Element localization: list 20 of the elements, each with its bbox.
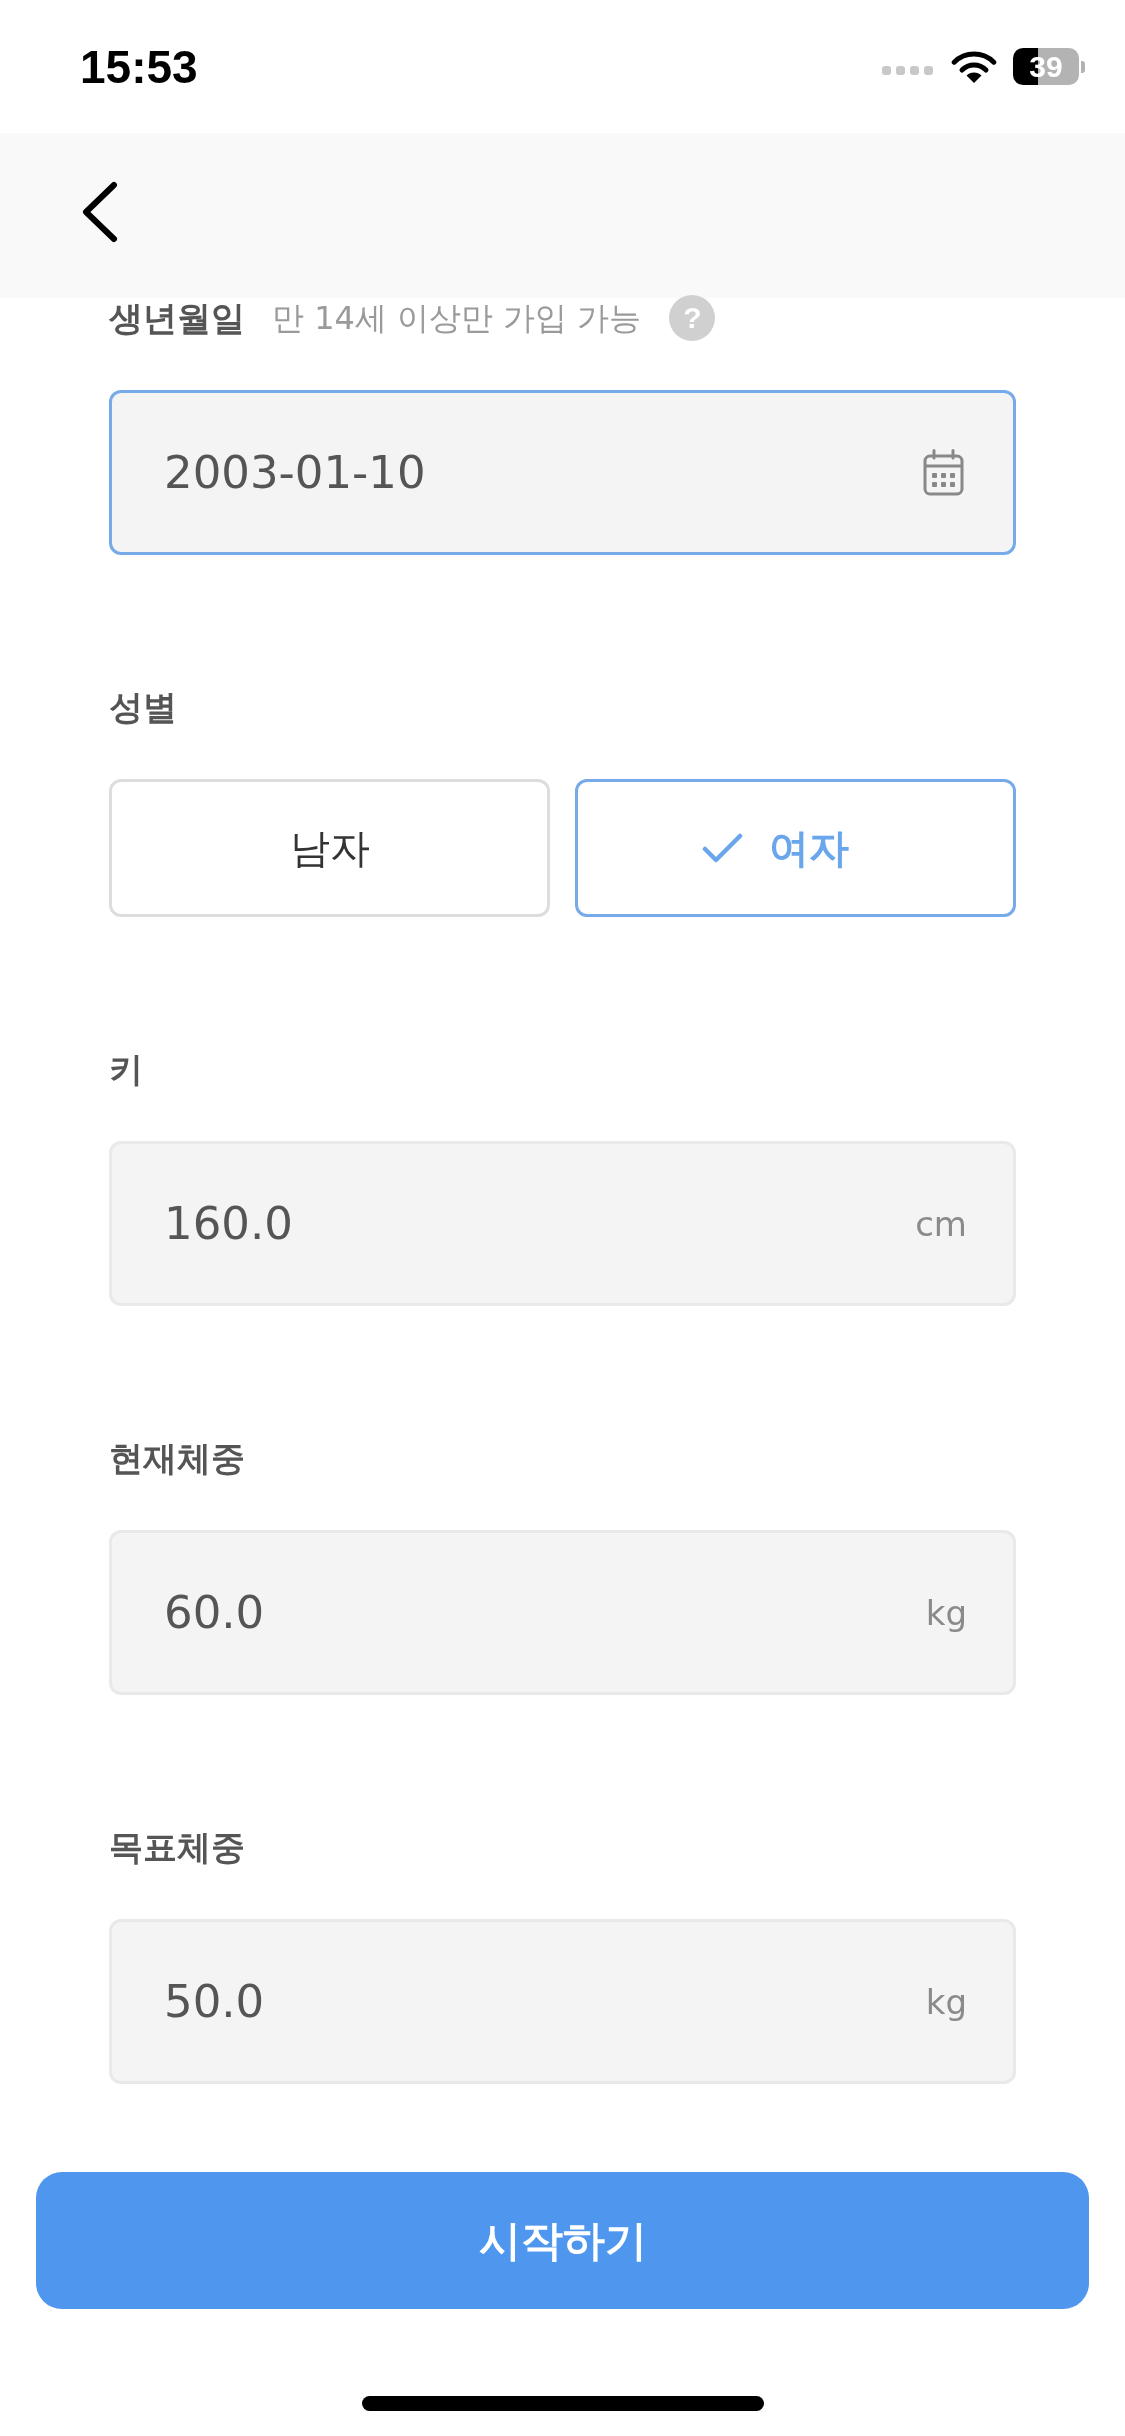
number-field[interactable]: 60.0 kg — [109, 1530, 1016, 1695]
number-field[interactable]: 160.0 cm — [109, 1141, 1016, 1306]
field-label: 키 — [109, 1049, 143, 1089]
gender-option[interactable]: 남자 — [109, 779, 550, 917]
unit-label: cm — [915, 1203, 967, 1244]
wifi-icon — [951, 49, 997, 84]
hint-text: 만 14세 이상만 가입 가능 — [272, 298, 642, 338]
field-label: 목표체중 — [109, 1827, 245, 1867]
signal-icon — [882, 66, 933, 75]
field-label: 성별 — [109, 687, 177, 727]
field-label: 생년월일 — [109, 298, 245, 338]
check-icon — [702, 832, 743, 864]
unit-label: kg — [925, 1981, 967, 2022]
unit-label: kg — [925, 1592, 967, 1633]
date-field[interactable]: 2003-01-10 — [109, 390, 1016, 555]
back-icon[interactable] — [80, 180, 120, 243]
field-label: 현재체중 — [109, 1438, 245, 1478]
number-field[interactable]: 50.0 kg — [109, 1919, 1016, 2084]
status-time: 15:53 — [80, 43, 198, 90]
calendar-icon[interactable] — [922, 448, 965, 497]
